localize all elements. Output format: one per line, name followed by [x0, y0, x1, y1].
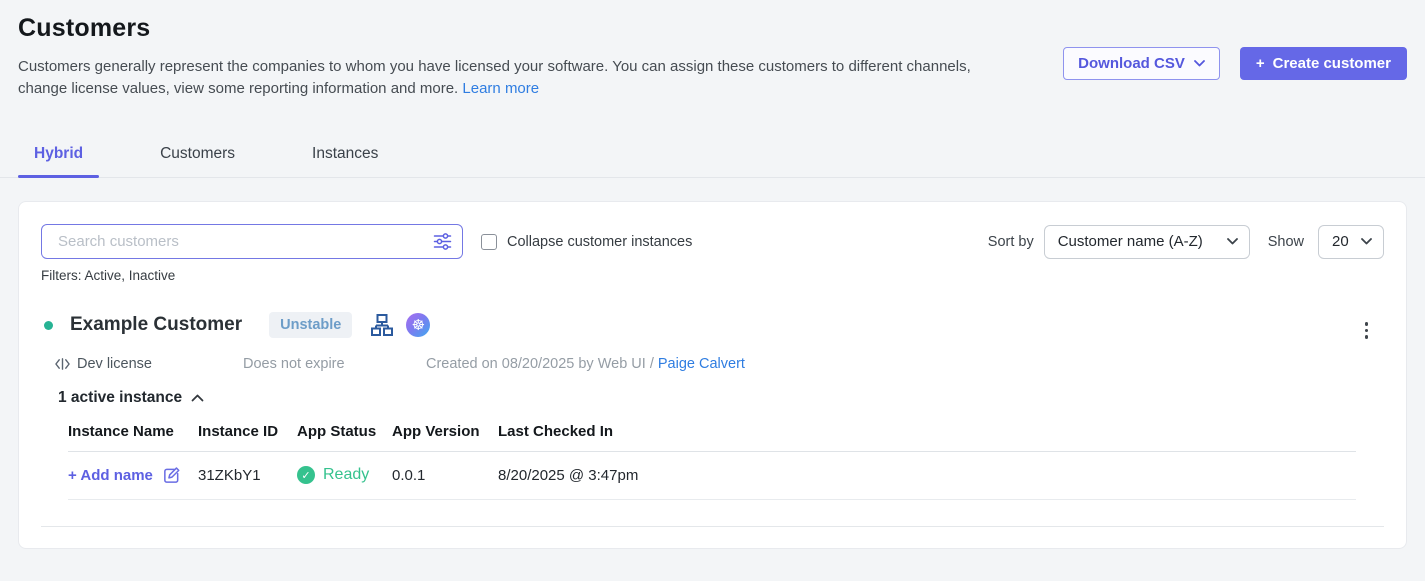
plus-icon: +	[1256, 55, 1265, 72]
created-info: Created on 08/20/2025 by Web UI / Paige …	[426, 356, 745, 372]
customer-options-menu[interactable]	[1361, 318, 1373, 343]
collapse-instances-checkbox[interactable]	[481, 234, 497, 250]
instances-summary-toggle[interactable]: 1 active instance	[41, 389, 1384, 407]
active-filters-label: Filters: Active, Inactive	[41, 268, 1384, 283]
download-csv-label: Download CSV	[1078, 55, 1185, 72]
org-chart-icon	[370, 313, 394, 337]
toolbar-right: Sort by Customer name (A-Z) Show 20	[988, 225, 1384, 259]
collapse-instances-label: Collapse customer instances	[507, 234, 692, 250]
add-name-label: + Add name	[68, 467, 153, 484]
toolbar: Collapse customer instances Sort by Cust…	[41, 224, 1384, 259]
col-app-status: App Status	[297, 423, 392, 440]
col-instance-name: Instance Name	[68, 423, 198, 440]
customer-block-divider	[41, 526, 1384, 527]
instance-id-cell: 31ZKbY1	[198, 467, 297, 484]
instances-table: Instance Name Instance ID App Status App…	[68, 423, 1356, 500]
page-header: Customers Customers generally represent …	[0, 0, 1425, 100]
col-instance-id: Instance ID	[198, 423, 297, 440]
chevron-up-icon	[191, 394, 204, 402]
app-status-label: Ready	[323, 466, 369, 484]
sort-by-value: Customer name (A-Z)	[1058, 233, 1203, 250]
chevron-down-icon	[1227, 238, 1238, 245]
download-csv-button[interactable]: Download CSV	[1063, 47, 1220, 80]
add-instance-name-button[interactable]: + Add name	[68, 466, 198, 485]
show-value: 20	[1332, 233, 1349, 250]
tab-customers[interactable]: Customers	[144, 135, 251, 177]
header-actions: Download CSV + Create customer	[1063, 47, 1407, 80]
page-description: Customers generally represent the compan…	[18, 56, 983, 100]
filter-sliders-icon[interactable]	[433, 232, 452, 256]
chevron-down-icon	[1361, 238, 1372, 245]
search-input[interactable]	[41, 224, 463, 259]
check-circle-icon: ✓	[297, 466, 315, 484]
create-customer-button[interactable]: + Create customer	[1240, 47, 1407, 80]
show-label: Show	[1268, 234, 1304, 250]
customers-card: Collapse customer instances Sort by Cust…	[18, 201, 1407, 549]
license-type: Dev license	[55, 356, 243, 372]
license-row: Dev license Does not expire Created on 0…	[41, 356, 1384, 372]
active-status-dot	[44, 321, 53, 330]
created-by-link[interactable]: Paige Calvert	[658, 356, 745, 372]
tab-hybrid[interactable]: Hybrid	[18, 135, 99, 177]
kubernetes-icon: ☸	[406, 313, 430, 337]
instances-table-header: Instance Name Instance ID App Status App…	[68, 423, 1356, 452]
license-expiry: Does not expire	[243, 356, 385, 372]
license-type-label: Dev license	[77, 356, 152, 372]
col-app-version: App Version	[392, 423, 498, 440]
code-icon	[55, 357, 70, 371]
create-customer-label: Create customer	[1273, 55, 1391, 72]
learn-more-link[interactable]: Learn more	[462, 80, 539, 97]
customer-name[interactable]: Example Customer	[70, 314, 242, 336]
last-checked-in-cell: 8/20/2025 @ 3:47pm	[498, 467, 1356, 484]
show-select[interactable]: 20	[1318, 225, 1384, 259]
customer-header-row: Example Customer Unstable ☸	[41, 308, 1384, 343]
channel-badge: Unstable	[269, 312, 352, 338]
tab-bar: Hybrid Customers Instances	[0, 135, 1425, 178]
app-status-cell: ✓ Ready	[297, 466, 392, 484]
created-text: Created on 08/20/2025 by Web UI /	[426, 356, 654, 372]
app-version-cell: 0.0.1	[392, 467, 498, 484]
tab-instances[interactable]: Instances	[296, 135, 394, 177]
chevron-down-icon	[1194, 60, 1205, 67]
sort-by-label: Sort by	[988, 234, 1034, 250]
search-wrap	[41, 224, 463, 259]
instances-summary-label: 1 active instance	[58, 389, 182, 407]
page-title: Customers	[18, 14, 1407, 43]
edit-icon[interactable]	[162, 466, 181, 485]
col-last-checked-in: Last Checked In	[498, 423, 1356, 440]
collapse-instances-toggle[interactable]: Collapse customer instances	[481, 234, 692, 250]
instance-row: + Add name 31ZKbY1 ✓ Ready 0.0.1 8/2	[68, 452, 1356, 500]
customers-page: Customers Customers generally represent …	[0, 0, 1425, 581]
sort-by-select[interactable]: Customer name (A-Z)	[1044, 225, 1250, 259]
